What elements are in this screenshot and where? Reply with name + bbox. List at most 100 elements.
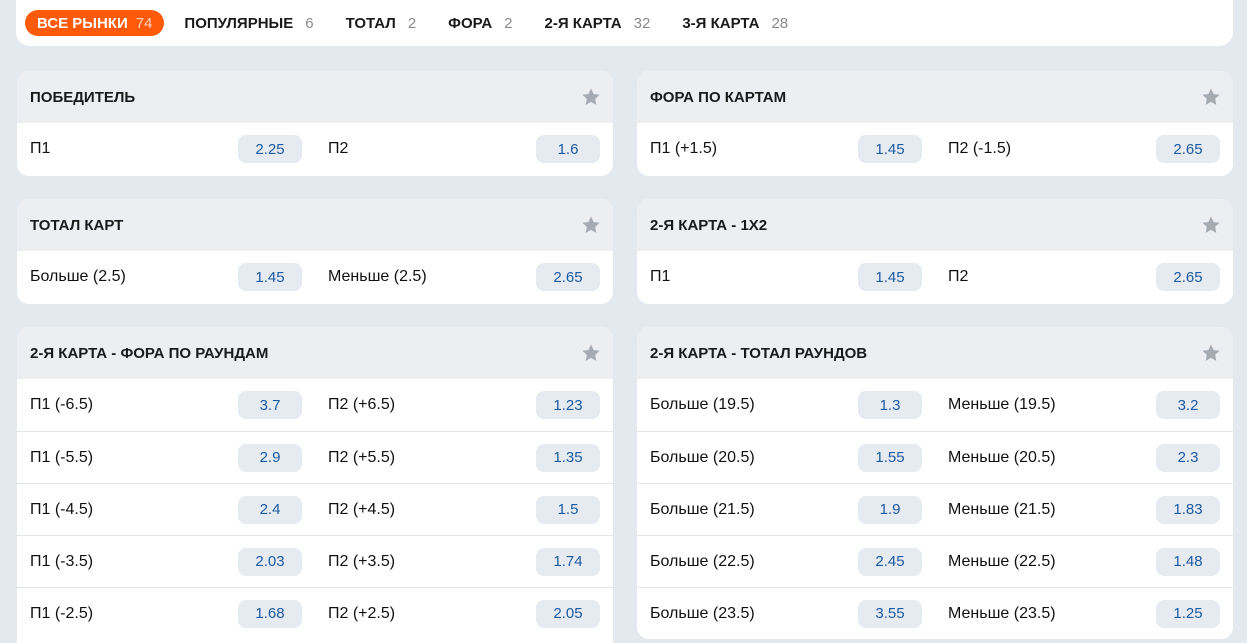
odds-button[interactable]: 2.45	[858, 547, 922, 576]
tab-popular[interactable]: ПОПУЛЯРНЫЕ 6	[172, 10, 325, 36]
outcome-row: П1 1.45 П2 2.65	[637, 251, 1233, 303]
panel-title: 2-Я КАРТА - ТОТАЛ РАУНДОВ	[650, 344, 868, 362]
star-icon[interactable]	[1201, 87, 1221, 107]
outcome-label: Больше (23.5)	[650, 604, 755, 622]
outcome-label: П2	[948, 268, 969, 285]
outcome-cell: П2 (-1.5) 2.65	[935, 123, 1233, 175]
outcome-cell: П1 (+1.5) 1.45	[637, 123, 935, 175]
outcome-row: Больше (21.5) 1.9 Меньше (21.5) 1.83	[637, 483, 1233, 535]
odds-button[interactable]: 1.45	[238, 263, 302, 291]
outcome-label: П2 (+4.5)	[328, 500, 396, 518]
odds-button[interactable]: 1.45	[858, 135, 922, 163]
star-icon[interactable]	[581, 215, 601, 235]
odds-button[interactable]: 2.4	[238, 495, 302, 524]
odds-button[interactable]: 1.3	[858, 391, 922, 419]
outcome-label: Меньше (22.5)	[948, 552, 1056, 570]
odds-button[interactable]: 2.25	[238, 135, 302, 163]
outcome-row: Больше (19.5) 1.3 Меньше (19.5) 3.2	[637, 379, 1233, 431]
outcome-label: П2	[328, 140, 349, 157]
outcome-label: П2 (+6.5)	[328, 396, 396, 413]
outcome-label: Больше (21.5)	[650, 500, 755, 518]
outcome-label: Меньше (21.5)	[948, 500, 1056, 518]
market-panel-map-total: ТОТАЛ КАРТ Больше (2.5) 1.45 Меньше (2.5…	[17, 199, 613, 304]
tab-count: 28	[771, 14, 789, 32]
odds-button[interactable]: 1.83	[1156, 495, 1220, 524]
outcome-cell: П1 1.45	[637, 251, 935, 303]
outcome-cell: П1 (-4.5) 2.4	[17, 484, 315, 535]
outcome-label: П1	[30, 140, 51, 157]
odds-button[interactable]: 1.45	[858, 263, 922, 291]
odds-button[interactable]: 1.25	[1156, 599, 1220, 628]
tab-total[interactable]: ТОТАЛ 2	[334, 10, 429, 36]
panel-header: 2-Я КАРТА - ФОРА ПО РАУНДАМ	[17, 327, 613, 379]
outcome-row: П1 (-5.5) 2.9 П2 (+5.5) 1.35	[17, 431, 613, 483]
panel-title: 2-Я КАРТА - ФОРА ПО РАУНДАМ	[30, 344, 269, 362]
outcome-cell: П2 (+5.5) 1.35	[315, 432, 613, 483]
tab-count: 74	[135, 14, 153, 32]
star-icon[interactable]	[581, 343, 601, 363]
odds-button[interactable]: 3.7	[238, 391, 302, 419]
odds-button[interactable]: 3.2	[1156, 391, 1220, 419]
outcome-cell: П1 (-2.5) 1.68	[17, 588, 315, 639]
odds-button[interactable]: 2.9	[238, 443, 302, 472]
tab-count: 2	[407, 14, 417, 32]
odds-button[interactable]: 2.65	[1156, 135, 1220, 163]
outcome-cell: П1 2.25	[17, 123, 315, 175]
outcome-cell: П2 (+6.5) 1.23	[315, 379, 613, 431]
outcome-row: П1 (+1.5) 1.45 П2 (-1.5) 2.65	[637, 123, 1233, 175]
odds-button[interactable]: 1.35	[536, 443, 600, 472]
panel-title: ПОБЕДИТЕЛЬ	[30, 88, 136, 106]
outcome-label: П1 (-6.5)	[30, 396, 94, 413]
outcome-label: Больше (19.5)	[650, 396, 755, 413]
tab-handicap[interactable]: ФОРА 2	[436, 10, 524, 36]
odds-button[interactable]: 2.3	[1156, 443, 1220, 472]
tab-label: ФОРА	[448, 14, 493, 32]
tab-label: ВСЕ РЫНКИ	[37, 14, 128, 32]
outcome-cell: Больше (22.5) 2.45	[637, 536, 935, 587]
outcome-row: Больше (20.5) 1.55 Меньше (20.5) 2.3	[637, 431, 1233, 483]
panel-header: 2-Я КАРТА - ТОТАЛ РАУНДОВ	[637, 327, 1233, 379]
outcome-cell: Больше (19.5) 1.3	[637, 379, 935, 431]
outcome-cell: П2 (+4.5) 1.5	[315, 484, 613, 535]
outcome-label: П1 (-3.5)	[30, 552, 94, 570]
odds-button[interactable]: 3.55	[858, 599, 922, 628]
tab-all-markets[interactable]: ВСЕ РЫНКИ 74	[25, 10, 165, 36]
panel-header: ФОРА ПО КАРТАМ	[637, 71, 1233, 123]
outcome-label: Меньше (23.5)	[948, 604, 1056, 622]
outcome-cell: П1 (-5.5) 2.9	[17, 432, 315, 483]
outcome-cell: Больше (23.5) 3.55	[637, 588, 935, 639]
odds-button[interactable]: 1.6	[536, 135, 600, 163]
outcome-cell: Меньше (2.5) 2.65	[315, 251, 613, 303]
odds-button[interactable]: 2.65	[536, 263, 600, 291]
outcome-row: П1 (-4.5) 2.4 П2 (+4.5) 1.5	[17, 483, 613, 535]
star-icon[interactable]	[581, 87, 601, 107]
odds-button[interactable]: 1.55	[858, 443, 922, 472]
market-panel-map2-round-total: 2-Я КАРТА - ТОТАЛ РАУНДОВ Больше (19.5) …	[637, 327, 1233, 639]
market-panel-map2-round-handicap: 2-Я КАРТА - ФОРА ПО РАУНДАМ П1 (-6.5) 3.…	[17, 327, 613, 643]
market-panel-winner: ПОБЕДИТЕЛЬ П1 2.25 П2 1.6	[17, 71, 613, 176]
market-panel-map2-1x2: 2-Я КАРТА - 1Х2 П1 1.45 П2 2.65	[637, 199, 1233, 304]
tab-map-2[interactable]: 2-Я КАРТА 32	[533, 10, 663, 36]
panel-title: 2-Я КАРТА - 1Х2	[650, 216, 768, 234]
star-icon[interactable]	[1201, 343, 1221, 363]
outcome-cell: Меньше (22.5) 1.48	[935, 536, 1233, 587]
odds-button[interactable]: 1.74	[536, 547, 600, 576]
odds-button[interactable]: 1.48	[1156, 547, 1220, 576]
outcome-row: Больше (23.5) 3.55 Меньше (23.5) 1.25	[637, 587, 1233, 639]
odds-button[interactable]: 1.5	[536, 495, 600, 524]
tab-count: 2	[504, 14, 513, 32]
outcome-row: П1 (-3.5) 2.03 П2 (+3.5) 1.74	[17, 535, 613, 587]
outcome-cell: Больше (20.5) 1.55	[637, 432, 935, 483]
star-icon[interactable]	[1201, 215, 1221, 235]
odds-button[interactable]: 2.03	[238, 547, 302, 576]
outcome-label: Больше (2.5)	[30, 268, 126, 285]
odds-button[interactable]: 1.23	[536, 391, 600, 419]
market-panel-map-handicap: ФОРА ПО КАРТАМ П1 (+1.5) 1.45 П2 (-1.5) …	[637, 71, 1233, 176]
tab-map-3[interactable]: 3-Я КАРТА 28	[670, 10, 800, 36]
odds-button[interactable]: 2.65	[1156, 263, 1220, 291]
outcome-row: П1 2.25 П2 1.6	[17, 123, 613, 175]
odds-button[interactable]: 1.9	[858, 495, 922, 524]
outcome-label: П1 (-2.5)	[30, 604, 94, 622]
odds-button[interactable]: 2.05	[536, 599, 600, 628]
odds-button[interactable]: 1.68	[238, 599, 302, 628]
